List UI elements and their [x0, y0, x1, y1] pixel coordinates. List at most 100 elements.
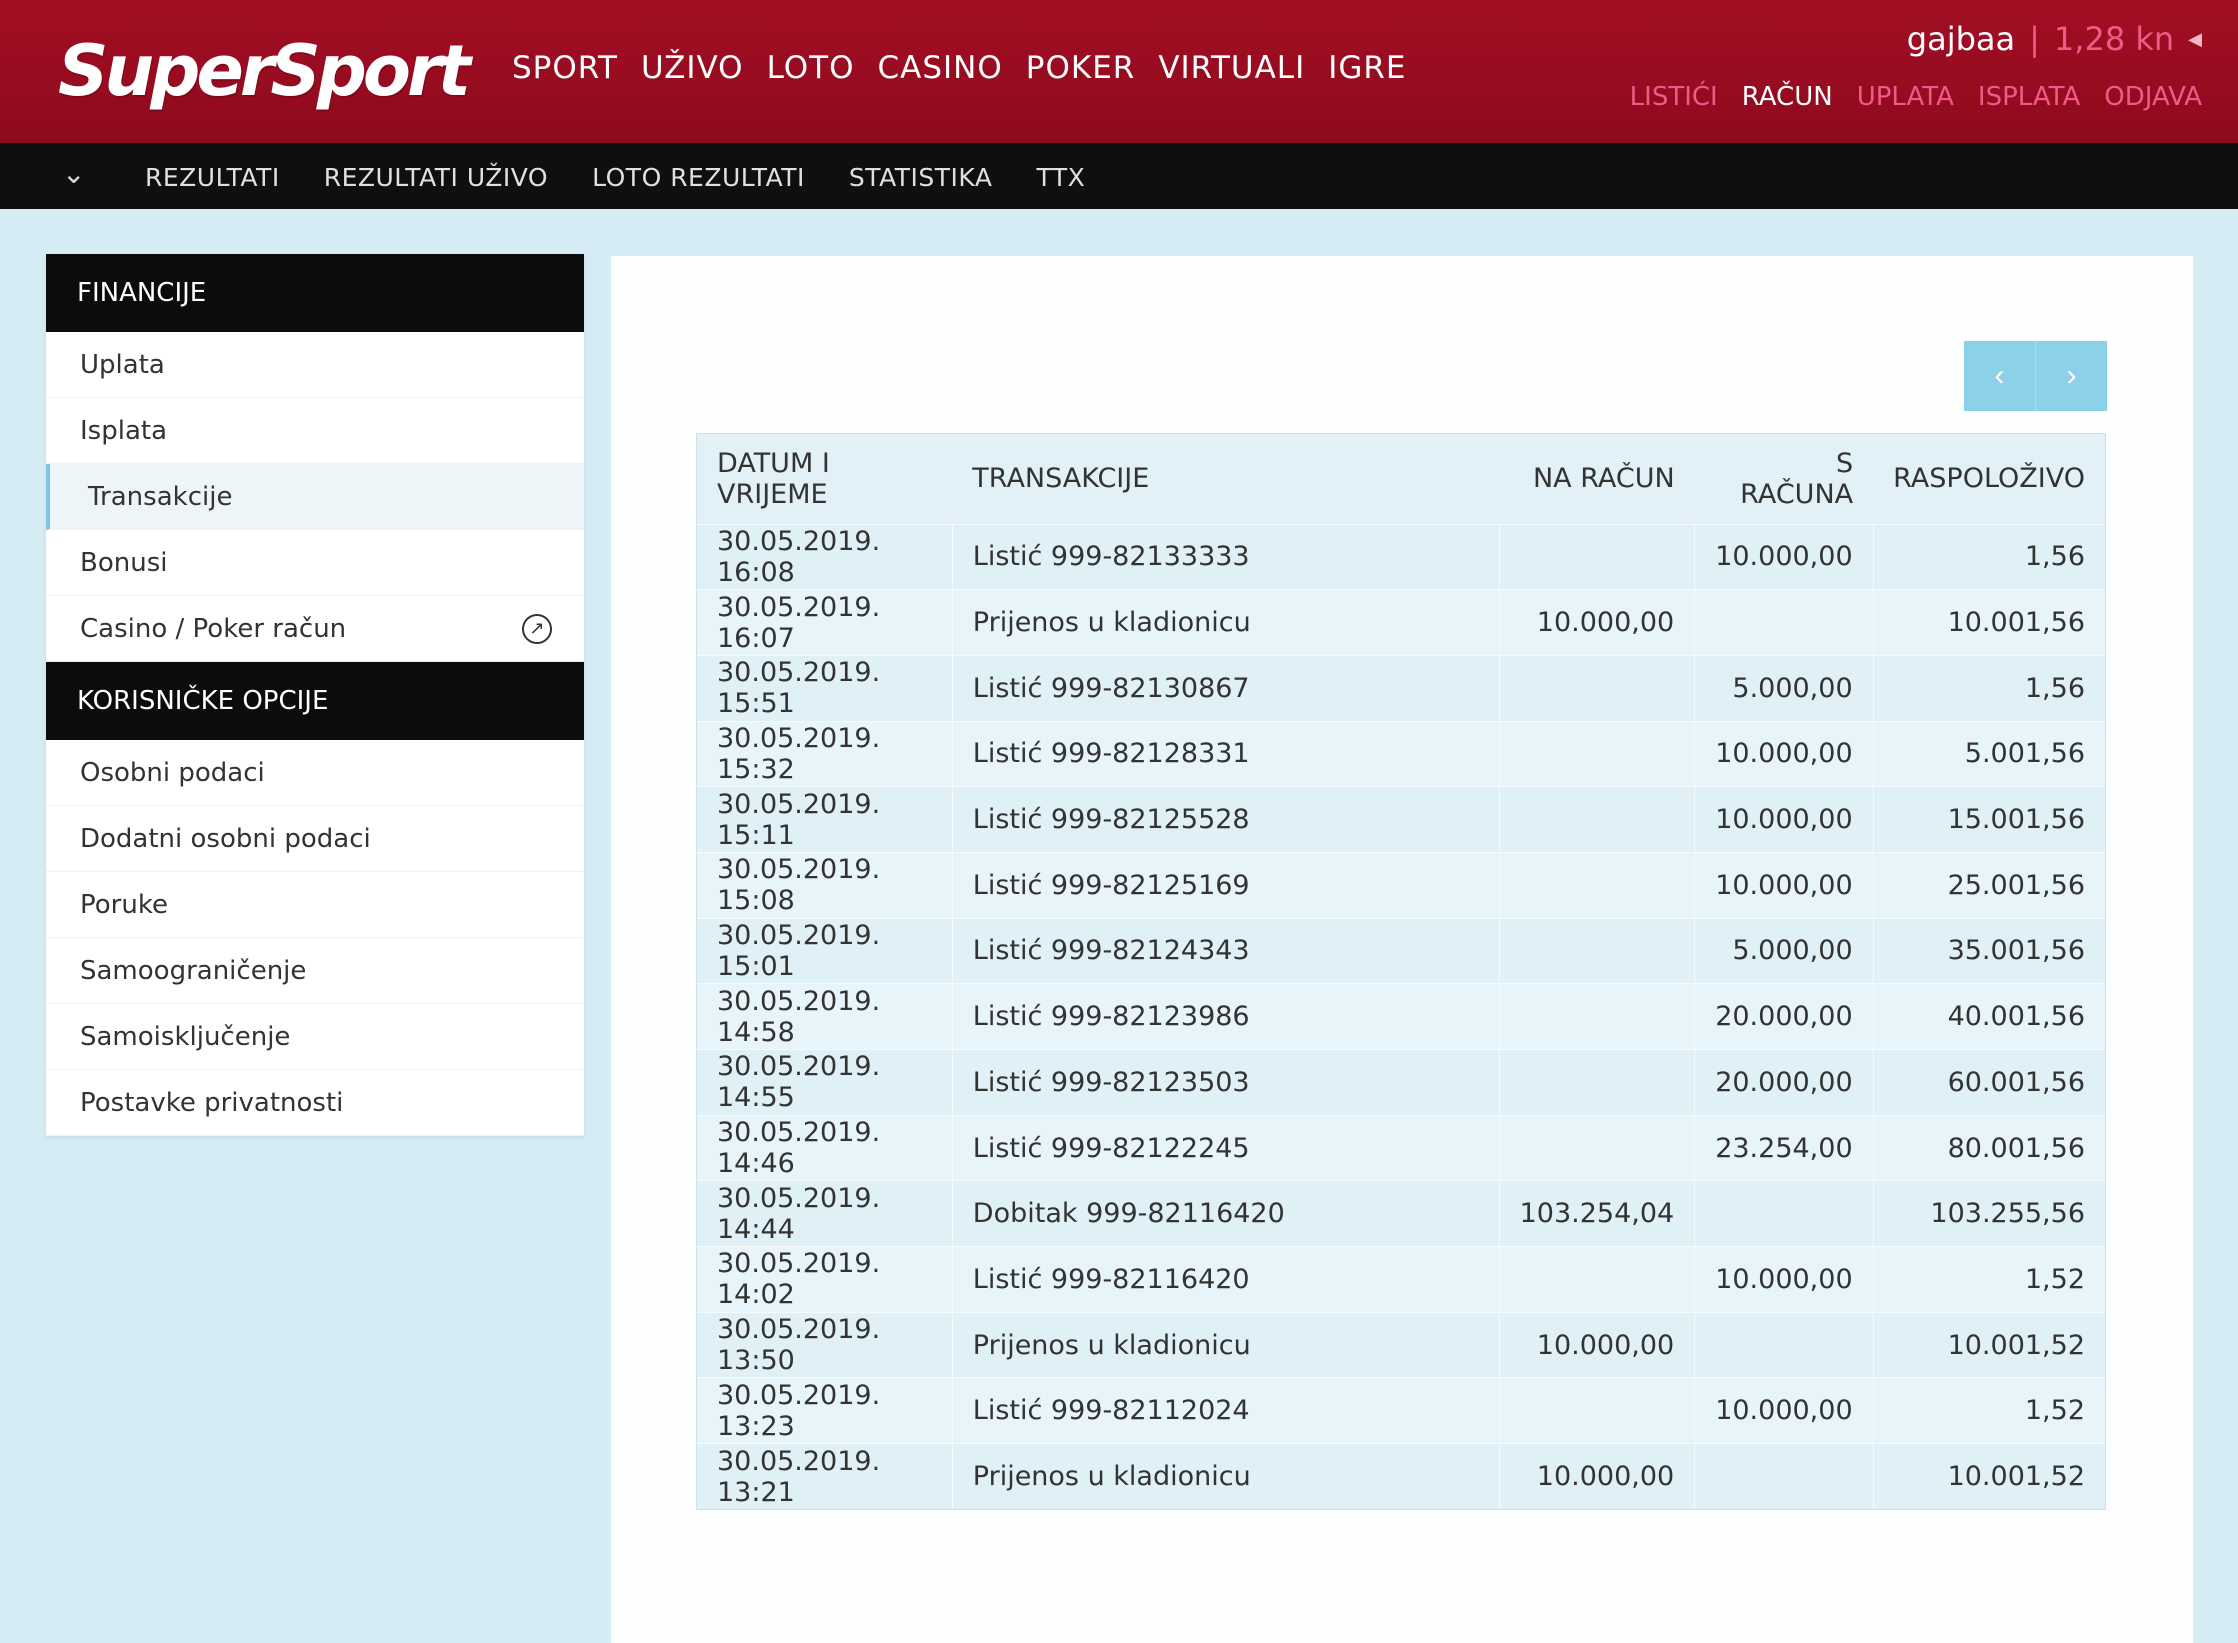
cell-s-racuna	[1694, 1443, 1874, 1510]
cell-na-racun	[1498, 1377, 1695, 1444]
cell-s-racuna: 10.000,00	[1694, 786, 1874, 853]
cell-datum: 30.05.2019. 15:11	[697, 786, 953, 853]
sidebar-item-samoiskljucenje[interactable]: Samoisključenje	[46, 1004, 584, 1070]
sidebar-item-samoogranicenje[interactable]: Samoograničenje	[46, 938, 584, 1004]
account-nav-uplata[interactable]: UPLATA	[1857, 82, 1954, 112]
column-header-raspolozivo: RASPOLOŽIVO	[1873, 434, 2105, 524]
cell-datum: 30.05.2019. 14:58	[697, 983, 953, 1050]
cell-raspolozivo: 103.255,56	[1872, 1180, 2105, 1247]
cell-transakcija: Listić 999-82123503	[951, 1049, 1500, 1116]
transactions-body: 30.05.2019. 16:08 Listić 999-82133333 10.0…	[697, 523, 2105, 1510]
user-box: gajbaa | 1,28 kn ◀	[1907, 20, 2202, 58]
cell-raspolozivo: 10.001,52	[1872, 1443, 2105, 1510]
column-header-transakcije: TRANSAKCIJE	[952, 434, 1500, 524]
cell-datum: 30.05.2019. 15:32	[697, 720, 953, 787]
transactions-table-wrapper: DATUM I VRIJEME TRANSAKCIJE NA RAČUN S R…	[696, 433, 2106, 1511]
nav-igre[interactable]: IGRE	[1328, 50, 1406, 86]
sidebar-item-postavke-privatnosti[interactable]: Postavke privatnosti	[46, 1070, 584, 1136]
supersport-logo[interactable]: SuperSport	[58, 30, 471, 112]
table-row: 30.05.2019. 15:01 Listić 999-82124343 5.00…	[697, 917, 2105, 984]
cell-s-racuna: 10.000,00	[1694, 1246, 1874, 1313]
cell-transakcija: Listić 999-82123986	[951, 983, 1500, 1050]
account-nav-listici[interactable]: LISTIĆI	[1630, 82, 1718, 112]
pagination: ‹ ›	[1964, 341, 2107, 411]
table-header-row: DATUM I VRIJEME TRANSAKCIJE NA RAČUN S R…	[697, 434, 2105, 524]
cell-transakcija: Prijenos u kladionicu	[951, 589, 1500, 656]
username[interactable]: gajbaa	[1907, 20, 2015, 58]
subnav-rezultati[interactable]: REZULTATI	[145, 163, 280, 192]
cell-na-racun	[1498, 786, 1695, 853]
account-nav-racun[interactable]: RAČUN	[1742, 82, 1833, 112]
main-panel: ‹ › DATUM I VRIJEME TRANSAKCIJE NA RAČUN…	[611, 256, 2193, 1643]
sidebar-item-isplata[interactable]: Isplata	[46, 398, 584, 464]
nav-casino[interactable]: CASINO	[878, 50, 1003, 86]
sidebar-item-poruke[interactable]: Poruke	[46, 872, 584, 938]
chevron-left-icon: ‹	[1994, 359, 2005, 392]
account-nav-odjava[interactable]: ODJAVA	[2104, 82, 2202, 112]
cell-s-racuna	[1694, 1180, 1874, 1247]
cell-transakcija: Listić 999-82112024	[951, 1377, 1500, 1444]
cell-raspolozivo: 1,56	[1872, 654, 2105, 722]
table-row: 30.05.2019. 13:23 Listić 999-82112024 10.0…	[697, 1377, 2105, 1444]
subnav-rezultati-uzivo[interactable]: REZULTATI UŽIVO	[324, 163, 548, 192]
cell-na-racun	[1498, 1246, 1695, 1313]
cell-transakcija: Listić 999-82133333	[951, 523, 1500, 590]
table-row: 30.05.2019. 13:50 Prijenos u kladionicu 10…	[697, 1311, 2105, 1378]
cell-na-racun	[1498, 917, 1695, 984]
cell-transakcija: Listić 999-82116420	[951, 1246, 1500, 1313]
cell-raspolozivo: 35.001,56	[1872, 917, 2105, 984]
cell-raspolozivo: 25.001,56	[1872, 851, 2105, 919]
cell-s-racuna: 10.000,00	[1694, 523, 1874, 590]
balance: 1,28 kn	[2053, 20, 2175, 58]
chevron-right-icon: ›	[2066, 359, 2077, 392]
cell-datum: 30.05.2019. 13:23	[697, 1377, 953, 1444]
cell-datum: 30.05.2019. 13:21	[697, 1443, 953, 1510]
column-header-s-racuna: S RAČUNA	[1694, 434, 1874, 524]
cell-na-racun	[1498, 851, 1695, 919]
chevron-down-icon[interactable]: ⌄	[62, 157, 85, 190]
top-header: SuperSport SPORT UŽIVO LOTO CASINO POKER…	[0, 0, 2238, 143]
balance-toggle-icon[interactable]: ◀	[2188, 29, 2202, 50]
cell-datum: 30.05.2019. 16:07	[697, 589, 953, 656]
cell-na-racun: 10.000,00	[1498, 1311, 1695, 1378]
cell-transakcija: Listić 999-82124343	[951, 917, 1500, 984]
cell-raspolozivo: 60.001,56	[1872, 1049, 2105, 1116]
nav-uzivo[interactable]: UŽIVO	[641, 50, 744, 86]
sidebar-item-transakcije[interactable]: Transakcije	[46, 464, 584, 530]
cell-na-racun: 103.254,04	[1498, 1180, 1695, 1247]
cell-s-racuna	[1694, 1311, 1874, 1378]
sidebar-item-bonusi[interactable]: Bonusi	[46, 530, 584, 596]
cell-raspolozivo: 15.001,56	[1872, 786, 2105, 853]
sidebar-item-casino-poker[interactable]: Casino / Poker račun ↗	[46, 596, 584, 662]
table-row: 30.05.2019. 15:08 Listić 999-82125169 10.0…	[697, 851, 2105, 919]
subnav-ttx[interactable]: TTX	[1036, 163, 1085, 192]
subnav-loto-rezultati[interactable]: LOTO REZULTATI	[592, 163, 805, 192]
table-row: 30.05.2019. 15:11 Listić 999-82125528 10.0…	[697, 786, 2105, 853]
cell-transakcija: Listić 999-82128331	[951, 720, 1500, 787]
prev-page-button[interactable]: ‹	[1964, 341, 2035, 411]
nav-poker[interactable]: POKER	[1026, 50, 1136, 86]
account-nav-isplata[interactable]: ISPLATA	[1978, 82, 2080, 112]
cell-transakcija: Prijenos u kladionicu	[951, 1443, 1500, 1510]
sidebar-item-osobni-podaci[interactable]: Osobni podaci	[46, 740, 584, 806]
nav-sport[interactable]: SPORT	[512, 50, 618, 86]
table-row: 30.05.2019. 14:46 Listić 999-82122245 23.2…	[697, 1114, 2105, 1181]
table-row: 30.05.2019. 16:07 Prijenos u kladionicu 10…	[697, 589, 2105, 656]
cell-s-racuna: 10.000,00	[1694, 851, 1874, 919]
next-page-button[interactable]: ›	[2035, 341, 2107, 411]
subnav-statistika[interactable]: STATISTIKA	[849, 163, 993, 192]
table-row: 30.05.2019. 15:32 Listić 999-82128331 10.0…	[697, 720, 2105, 787]
cell-datum: 30.05.2019. 15:51	[697, 654, 953, 722]
nav-virtuali[interactable]: VIRTUALI	[1158, 50, 1305, 86]
cell-datum: 30.05.2019. 15:01	[697, 917, 953, 984]
user-separator: |	[2029, 20, 2040, 58]
cell-transakcija: Listić 999-82122245	[951, 1114, 1500, 1181]
account-nav: LISTIĆI RAČUN UPLATA ISPLATA ODJAVA	[1630, 82, 2202, 112]
sidebar-item-dodatni-osobni-podaci[interactable]: Dodatni osobni podaci	[46, 806, 584, 872]
sidebar-item-uplata[interactable]: Uplata	[46, 332, 584, 398]
nav-loto[interactable]: LOTO	[767, 50, 855, 86]
cell-s-racuna: 20.000,00	[1694, 1049, 1874, 1116]
table-row: 30.05.2019. 13:21 Prijenos u kladionicu 10…	[697, 1443, 2105, 1510]
column-header-na-racun: NA RAČUN	[1499, 434, 1695, 524]
external-link-icon: ↗	[522, 614, 552, 644]
